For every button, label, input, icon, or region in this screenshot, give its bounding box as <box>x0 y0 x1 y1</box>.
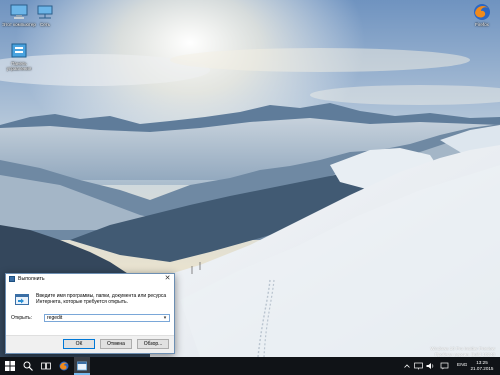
run-icon <box>9 276 15 282</box>
network-icon <box>35 3 55 21</box>
desktop-icon-firefox[interactable]: Firefox <box>465 3 499 27</box>
desktop-icon-network[interactable]: Сеть <box>28 3 62 27</box>
start-icon <box>5 361 15 371</box>
taskbar-firefox[interactable] <box>56 357 72 375</box>
firefox-icon <box>59 361 69 371</box>
control-panel-icon <box>9 42 29 60</box>
open-input[interactable]: regedit ▾ <box>44 314 170 322</box>
computer-icon <box>9 3 29 21</box>
desktop-icon-label: Сеть <box>39 22 50 27</box>
clock-date: 21.07.2015 <box>470 366 494 371</box>
start-button[interactable] <box>2 357 18 375</box>
run-dialog: Выполнить ✕ Введите имя программы, папки… <box>5 273 175 354</box>
task-view-icon <box>41 362 51 370</box>
task-view-button[interactable] <box>38 357 54 375</box>
close-button[interactable]: ✕ <box>163 274 172 284</box>
taskbar: ENG 13:25 21.07.2015 <box>0 357 500 375</box>
desktop-icon-label: Панель управления <box>6 61 32 71</box>
cancel-button[interactable]: Отмена <box>100 339 132 349</box>
run-dialog-titlebar[interactable]: Выполнить ✕ <box>6 274 174 285</box>
taskbar-run[interactable] <box>74 357 90 375</box>
run-dialog-footer: ОК Отмена Обзор... <box>6 335 174 353</box>
volume-icon[interactable] <box>426 362 435 370</box>
open-input-value: regedit <box>47 315 63 321</box>
windows-watermark: Windows 10 Pro Insider Preview Пробная в… <box>430 346 495 357</box>
run-icon <box>77 361 87 371</box>
open-label: Открыть: <box>11 315 33 321</box>
firefox-icon <box>472 3 492 21</box>
watermark-line-1: Windows 10 Pro Insider Preview <box>430 346 495 351</box>
run-dialog-title: Выполнить <box>18 276 45 282</box>
ok-button[interactable]: ОК <box>63 339 95 349</box>
notifications-icon[interactable] <box>440 362 449 370</box>
search-icon <box>23 361 33 371</box>
language-indicator[interactable]: ENG <box>457 363 467 368</box>
chevron-down-icon[interactable]: ▾ <box>162 315 168 321</box>
search-button[interactable] <box>20 357 36 375</box>
desktop-icon-label: Firefox <box>475 22 489 27</box>
network-icon[interactable] <box>414 362 423 370</box>
desktop-icon-control-panel[interactable]: Панель управления <box>2 42 36 71</box>
browse-button[interactable]: Обзор... <box>137 339 169 349</box>
chevron-up-icon[interactable] <box>404 362 410 370</box>
run-app-icon <box>15 293 29 305</box>
taskbar-clock[interactable]: 13:25 21.07.2015 <box>468 360 496 372</box>
run-dialog-prompt: Введите имя программы, папки, документа … <box>36 293 167 305</box>
